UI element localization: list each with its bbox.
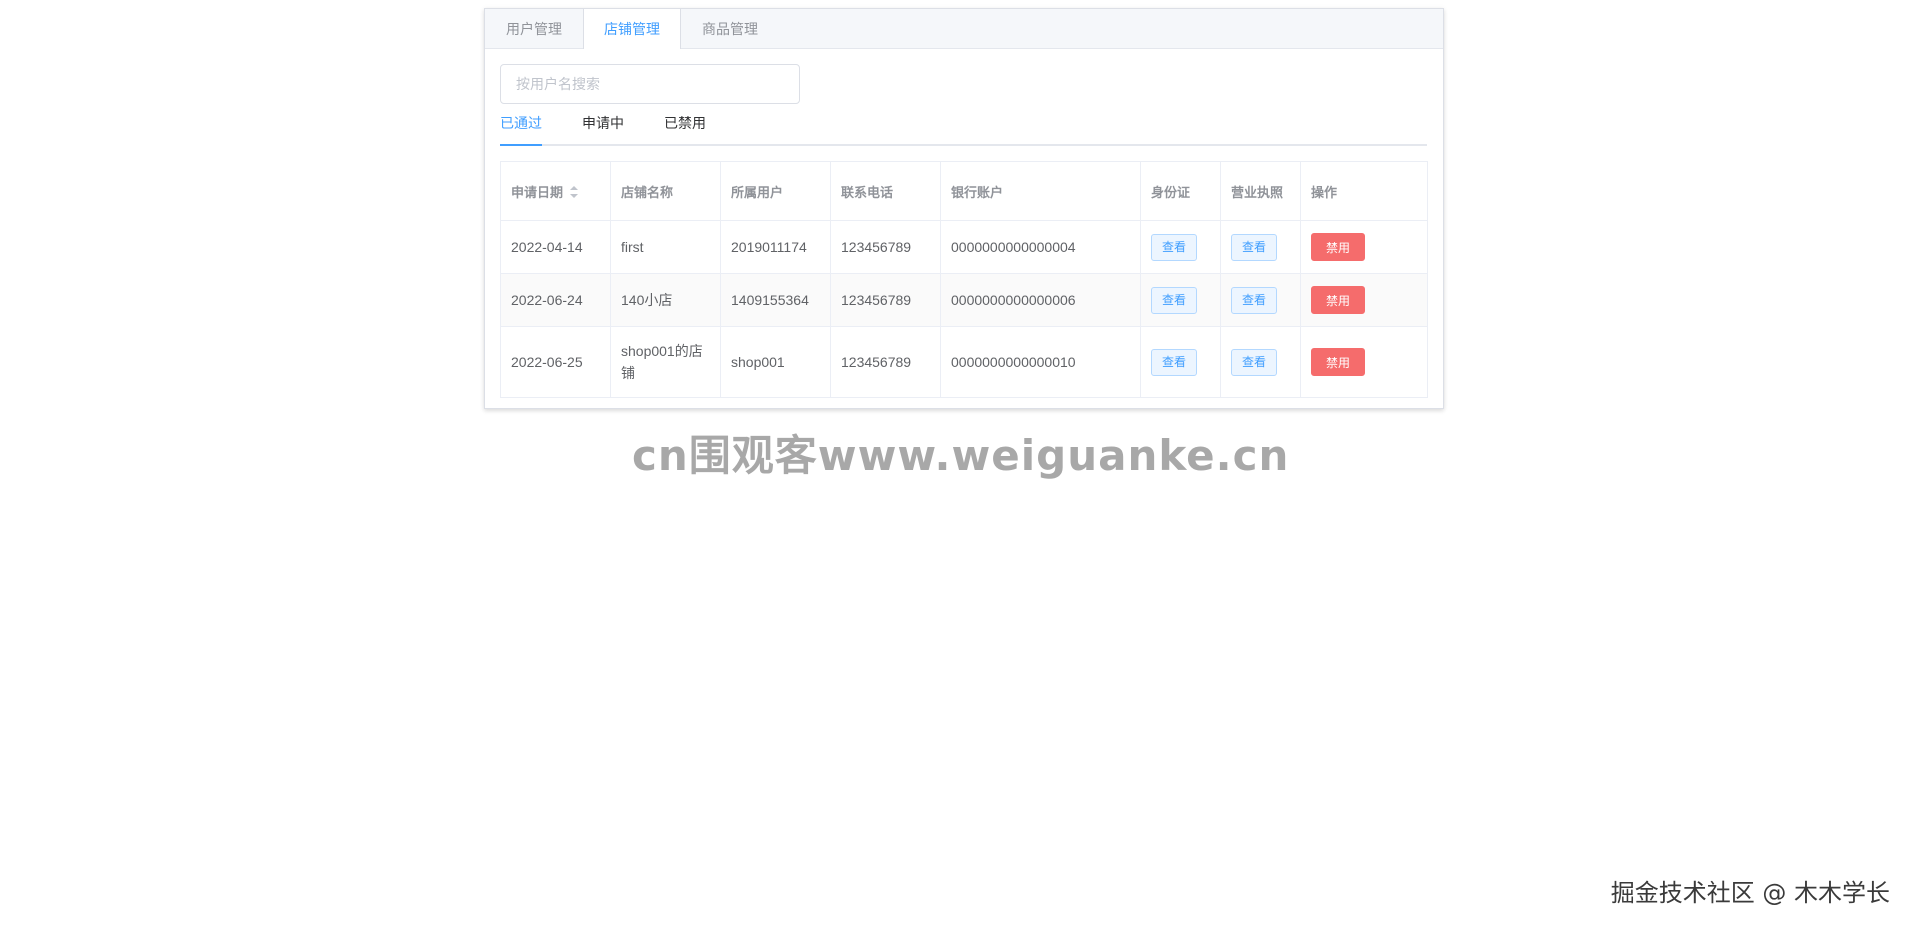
view-id-card-button[interactable]: 查看 (1151, 233, 1198, 261)
cell-date: 2022-06-24 (500, 273, 611, 327)
disable-shop-button[interactable]: 禁用 (1311, 233, 1366, 261)
view-id-card-button[interactable]: 查看 (1151, 348, 1198, 376)
tab-content: 已通过 申请中 已禁用 申请日期 店铺名称 所属用户 联系电话 银行账户 身份证… (485, 49, 1443, 413)
cell-bank: 0000000000000010 (940, 326, 1141, 398)
shop-table: 申请日期 店铺名称 所属用户 联系电话 银行账户 身份证 营业执照 操作 202… (500, 161, 1428, 398)
column-header-action: 操作 (1300, 161, 1428, 221)
main-tabs: 用户管理 店铺管理 商品管理 (485, 9, 1443, 49)
cell-bank: 0000000000000006 (940, 273, 1141, 327)
column-header-date[interactable]: 申请日期 (500, 161, 611, 221)
table-header-row: 申请日期 店铺名称 所属用户 联系电话 银行账户 身份证 营业执照 操作 (500, 161, 1428, 221)
column-header-bank: 银行账户 (940, 161, 1141, 221)
tab-user-management[interactable]: 用户管理 (485, 9, 583, 49)
cell-phone: 123456789 (830, 220, 941, 274)
status-tab-disabled[interactable]: 已禁用 (664, 110, 706, 144)
cell-action: 禁用 (1300, 326, 1428, 398)
cell-shop: 140小店 (610, 273, 721, 327)
column-header-license: 营业执照 (1220, 161, 1301, 221)
tab-shop-management[interactable]: 店铺管理 (583, 9, 681, 49)
status-tab-approved[interactable]: 已通过 (500, 110, 542, 146)
cell-id-card: 查看 (1140, 220, 1221, 274)
shop-management-card: 用户管理 店铺管理 商品管理 已通过 申请中 已禁用 申请日期 店铺名称 所属用… (484, 8, 1444, 409)
disable-shop-button[interactable]: 禁用 (1311, 348, 1366, 376)
cell-action: 禁用 (1300, 273, 1428, 327)
cell-user: shop001 (720, 326, 831, 398)
sort-caret-icon[interactable] (569, 185, 579, 199)
tab-product-management[interactable]: 商品管理 (681, 9, 779, 49)
cell-id-card: 查看 (1140, 273, 1221, 327)
site-watermark: cn围观客www.weiguanke.cn (632, 431, 1290, 480)
column-header-user: 所属用户 (720, 161, 831, 221)
cell-action: 禁用 (1300, 220, 1428, 274)
cell-bank: 0000000000000004 (940, 220, 1141, 274)
cell-id-card: 查看 (1140, 326, 1221, 398)
table-row: 2022-06-25 shop001的店铺 shop001 123456789 … (500, 326, 1428, 398)
cell-date: 2022-04-14 (500, 220, 611, 274)
view-license-button[interactable]: 查看 (1231, 233, 1278, 261)
cell-phone: 123456789 (830, 273, 941, 327)
status-tab-pending[interactable]: 申请中 (582, 110, 624, 144)
column-header-shop: 店铺名称 (610, 161, 721, 221)
view-id-card-button[interactable]: 查看 (1151, 286, 1198, 314)
cell-user: 1409155364 (720, 273, 831, 327)
view-license-button[interactable]: 查看 (1231, 348, 1278, 376)
cell-license: 查看 (1220, 326, 1301, 398)
cell-date: 2022-06-25 (500, 326, 611, 398)
status-tabs: 已通过 申请中 已禁用 (500, 110, 1427, 146)
table-row: 2022-04-14 first 2019011174 123456789 00… (500, 220, 1428, 274)
column-header-id-card: 身份证 (1140, 161, 1221, 221)
cell-phone: 123456789 (830, 326, 941, 398)
cell-license: 查看 (1220, 273, 1301, 327)
table-row: 2022-06-24 140小店 1409155364 123456789 00… (500, 273, 1428, 327)
username-search-input[interactable] (500, 64, 800, 104)
cell-user: 2019011174 (720, 220, 831, 274)
cell-shop: shop001的店铺 (610, 326, 721, 398)
cell-license: 查看 (1220, 220, 1301, 274)
view-license-button[interactable]: 查看 (1231, 286, 1278, 314)
author-watermark: 掘金技术社区 @ 木木学长 (1610, 879, 1890, 907)
column-header-phone: 联系电话 (830, 161, 941, 221)
cell-shop: first (610, 220, 721, 274)
column-label: 申请日期 (511, 184, 564, 200)
disable-shop-button[interactable]: 禁用 (1311, 286, 1366, 314)
